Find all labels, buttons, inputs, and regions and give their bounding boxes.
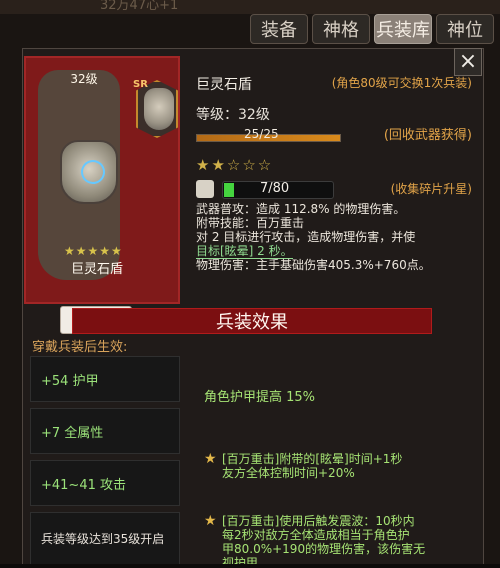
exchange-note: (角色80级可交换1次兵装) (331, 76, 472, 90)
star-icon: ★ (204, 513, 217, 529)
stun-keyword: 目标[眩晕] 2 秒。 (196, 244, 293, 259)
star-icon: ★ (204, 451, 217, 467)
item-stars: ★★☆☆☆ (196, 156, 274, 174)
effect-armor-bonus: 角色护甲提高 15% (204, 390, 316, 405)
item-details: 巨灵石盾 (角色80级可交换1次兵装) 等级：32级 25/25 (回收武器获得… (196, 56, 472, 304)
equipped-card: 32级 ★★★★★ 巨灵石盾 卸 下 SR (24, 56, 180, 334)
shield-portrait (60, 140, 118, 204)
stat-locked: 兵装等级达到35级开启 (30, 512, 180, 566)
tab-bar: 装备 神格 兵装库 神位 (250, 14, 494, 46)
recover-note: (回收武器获得) (383, 128, 472, 143)
xp-text: 25/25 (244, 127, 279, 141)
tab-equipment[interactable]: 装备 (250, 14, 308, 44)
fragment-note: (收集碎片升星) (390, 182, 472, 196)
desc-line-1: 武器普攻：造成 112.8% 的物理伤害。 (196, 202, 406, 216)
desc-line-2: 附带技能：百万重击 (196, 216, 305, 230)
fragment-text: 7/80 (260, 181, 290, 196)
effect-header: 兵装效果 (72, 308, 432, 334)
desc-line-5: 物理伤害：主手基础伤害405.3%+760点。 (196, 258, 431, 272)
item-level: 等级：32级 (196, 107, 270, 123)
tab-armory[interactable]: 兵装库 (374, 14, 432, 44)
tab-divinity[interactable]: 神格 (312, 14, 370, 44)
top-ghost-text: 32万47心+1 (100, 0, 179, 13)
effect-shockwave-text: [百万重击]使用后触发震波：10秒内 每2秒对敌方全体造成相当于角色护 甲80.… (222, 514, 426, 568)
rarity-badge: SR (133, 79, 148, 90)
effect-shockwave: ★ [百万重击]使用后触发震波：10秒内 每2秒对敌方全体造成相当于角色护 甲8… (204, 514, 476, 568)
thumbnail-shield-icon (144, 88, 174, 130)
effects-list: 角色护甲提高 15% ★ [百万重击]附带的[眩晕]时间+1秒 友方全体控制时间… (186, 356, 476, 568)
desc-line-3: 对 2 目标进行攻击，造成物理伤害，并使 (196, 230, 416, 244)
card-name: 巨灵石盾 (70, 262, 123, 277)
card-stars: ★★★★★ (64, 244, 123, 258)
stat-all-attributes: +7 全属性 (30, 408, 180, 454)
wear-label: 穿戴兵装后生效: (32, 340, 128, 355)
card-level: 32级 (70, 72, 98, 86)
tab-god-seat[interactable]: 神位 (436, 14, 494, 44)
effect-stun-duration: ★ [百万重击]附带的[眩晕]时间+1秒 友方全体控制时间+20% (204, 452, 476, 480)
stat-attack: +41~41 攻击 (30, 460, 180, 506)
top-strip: 32万47心+1 (0, 0, 500, 14)
item-description: 武器普攻：造成 112.8% 的物理伤害。 附带技能：百万重击 对 2 目标进行… (196, 202, 472, 272)
fragment-icon (196, 180, 214, 198)
fragment-row: 7/80 (收集碎片升星) (196, 178, 472, 200)
fragment-fill (224, 183, 234, 197)
effect-stun-duration-text: [百万重击]附带的[眩晕]时间+1秒 友方全体控制时间+20% (222, 452, 403, 480)
bottom-edge (0, 564, 500, 568)
desc-line-4: 目标[眩晕] 2 秒。 (196, 244, 472, 259)
stat-armor: +54 护甲 (30, 356, 180, 402)
stat-list: +54 护甲 +7 全属性 +41~41 攻击 兵装等级达到35级开启 (30, 356, 180, 566)
